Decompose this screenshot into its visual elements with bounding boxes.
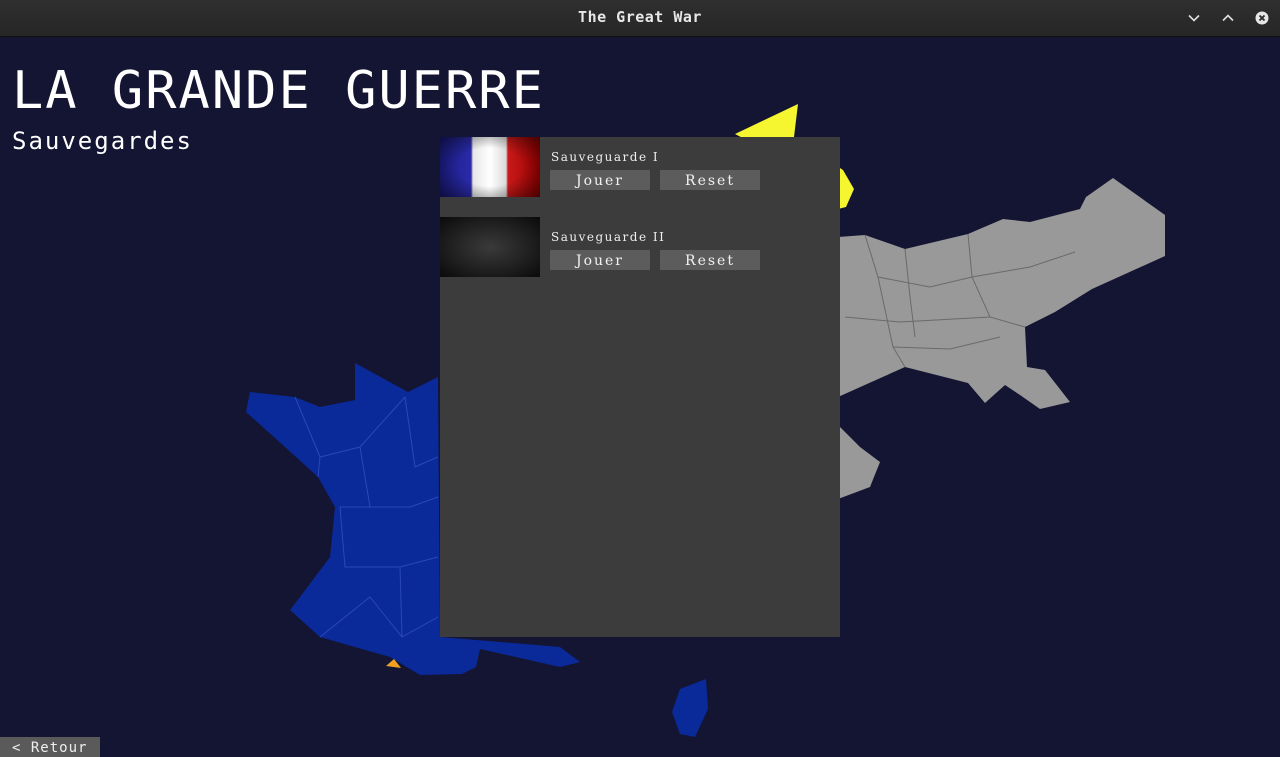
page-subtitle: Sauvegardes <box>12 127 193 155</box>
save-slot-name: Sauveguarde II <box>551 230 666 244</box>
close-button[interactable] <box>1252 8 1272 28</box>
window-titlebar: The Great War <box>0 0 1280 37</box>
save-thumbnail-french-flag <box>440 137 540 197</box>
chevron-down-icon <box>1188 14 1200 22</box>
game-viewport: LA GRANDE GUERRE Sauvegardes Sauveguarde… <box>0 37 1280 757</box>
reset-button[interactable]: Reset <box>660 170 760 190</box>
map-region-germany[interactable] <box>838 178 1165 409</box>
save-thumbnail-dark-texture <box>440 217 540 277</box>
close-icon <box>1255 11 1269 25</box>
map-region-corsica[interactable] <box>672 679 708 737</box>
chevron-up-icon <box>1222 14 1234 22</box>
play-button[interactable]: Jouer <box>550 250 650 270</box>
save-slot-name: Sauveguarde I <box>551 150 660 164</box>
minimize-button[interactable] <box>1184 8 1204 28</box>
map-region-austria[interactable] <box>838 425 880 499</box>
saves-panel: Sauveguarde I Jouer Reset Sauveguarde II… <box>440 137 840 637</box>
window-title: The Great War <box>578 8 702 26</box>
save-slot: Sauveguarde I Jouer Reset <box>440 137 840 197</box>
play-button[interactable]: Jouer <box>550 170 650 190</box>
back-button[interactable]: < Retour <box>0 737 100 757</box>
reset-button[interactable]: Reset <box>660 250 760 270</box>
maximize-button[interactable] <box>1218 8 1238 28</box>
game-title: LA GRANDE GUERRE <box>12 61 545 121</box>
save-slot: Sauveguarde II Jouer Reset <box>440 217 840 277</box>
